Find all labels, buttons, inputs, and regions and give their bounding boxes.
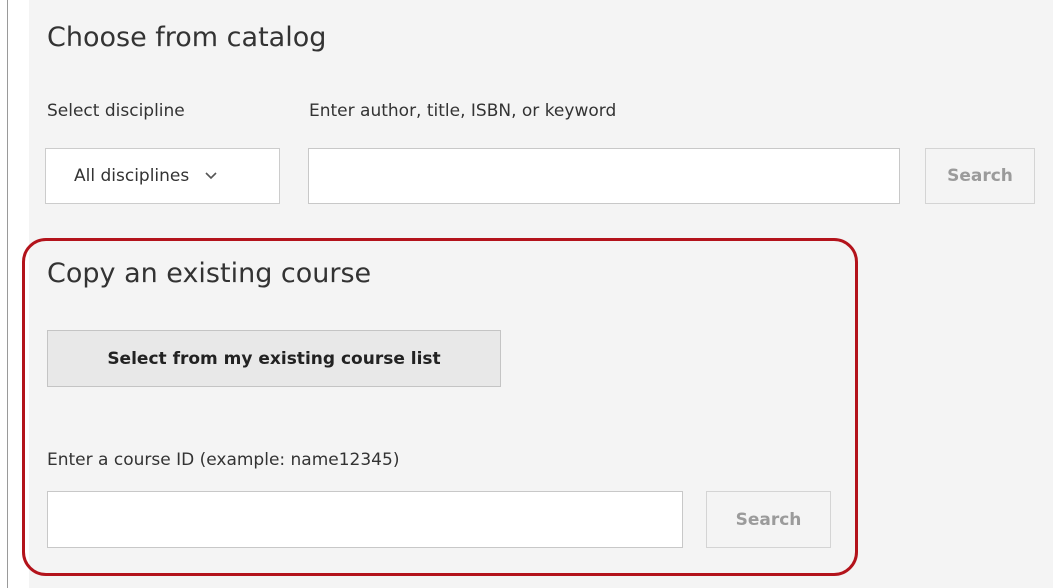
course-id-input[interactable] bbox=[47, 491, 683, 548]
catalog-section-title: Choose from catalog bbox=[47, 22, 327, 53]
course-id-search-button[interactable]: Search bbox=[706, 491, 831, 548]
page: Choose from catalog Select discipline En… bbox=[0, 0, 1053, 588]
select-existing-course-button[interactable]: Select from my existing course list bbox=[47, 330, 501, 387]
catalog-search-input[interactable] bbox=[308, 148, 900, 204]
keyword-label: Enter author, title, ISBN, or keyword bbox=[309, 101, 617, 121]
catalog-search-button[interactable]: Search bbox=[925, 148, 1035, 204]
copy-course-section-title: Copy an existing course bbox=[47, 258, 372, 289]
left-divider bbox=[7, 0, 8, 588]
discipline-label: Select discipline bbox=[47, 101, 185, 121]
chevron-down-icon bbox=[205, 169, 217, 183]
discipline-selected-value: All disciplines bbox=[74, 166, 190, 186]
course-id-label: Enter a course ID (example: name12345) bbox=[47, 450, 400, 470]
discipline-select[interactable]: All disciplines bbox=[45, 148, 280, 204]
